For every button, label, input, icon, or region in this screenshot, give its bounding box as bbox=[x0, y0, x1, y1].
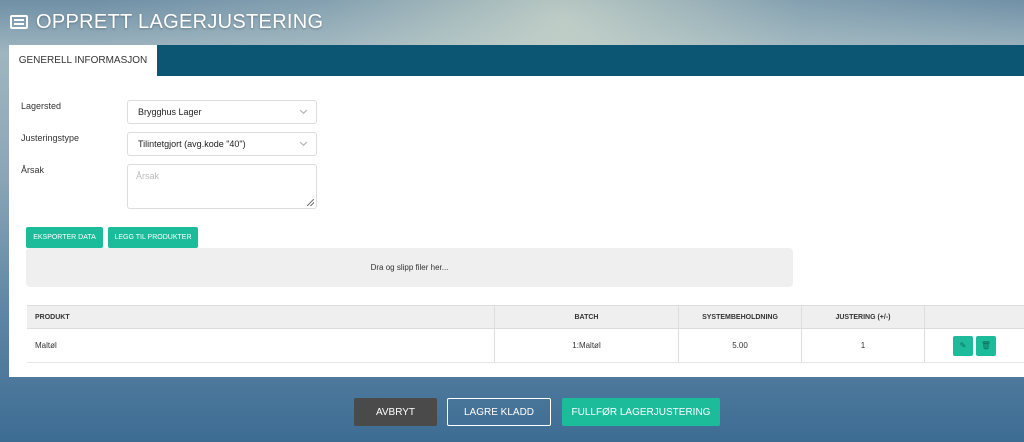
cell-justering: 1 bbox=[802, 329, 925, 362]
save-draft-button[interactable]: LAGRE KLADD bbox=[447, 398, 551, 426]
list-icon bbox=[10, 15, 28, 29]
column-header-batch: BATCH bbox=[495, 306, 679, 328]
chevron-down-icon bbox=[299, 138, 308, 147]
pencil-icon: ✎ bbox=[959, 341, 967, 350]
export-data-button[interactable]: EKSPORTER DATA bbox=[26, 227, 103, 248]
column-header-produkt: PRODUKT bbox=[27, 306, 495, 328]
file-dropzone[interactable]: Dra og slipp filer her... bbox=[26, 248, 793, 287]
cell-batch: 1:Maltøl bbox=[495, 329, 679, 362]
lagersted-select[interactable]: Brygghus Lager bbox=[127, 100, 317, 124]
dropzone-text: Dra og slipp filer her... bbox=[370, 263, 449, 272]
products-table: PRODUKT BATCH SYSTEMBEHOLDNING JUSTERING… bbox=[27, 305, 1024, 363]
justeringstype-label: Justeringstype bbox=[21, 133, 80, 143]
trash-icon: 🗑 bbox=[980, 341, 992, 350]
tab-bar: GENERELL INFORMASJON bbox=[9, 45, 1024, 76]
complete-adjustment-button[interactable]: FULLFØR LAGERJUSTERING bbox=[562, 398, 720, 426]
table-row: Maltøl 1:Maltøl 5.00 1 ✎ 🗑 bbox=[27, 329, 1024, 363]
arsak-label: Årsak bbox=[21, 165, 45, 175]
lagersted-label: Lagersted bbox=[21, 101, 62, 111]
chevron-down-icon bbox=[299, 106, 308, 115]
cell-actions: ✎ 🗑 bbox=[925, 329, 1024, 362]
column-header-actions bbox=[925, 306, 1024, 328]
lagersted-value: Brygghus Lager bbox=[138, 107, 202, 117]
column-header-systembeholdning: SYSTEMBEHOLDNING bbox=[679, 306, 802, 328]
edit-button[interactable]: ✎ bbox=[953, 335, 973, 356]
column-header-justering: JUSTERING (+/-) bbox=[802, 306, 925, 328]
cell-systembeholdning: 5.00 bbox=[679, 329, 802, 362]
cancel-button[interactable]: AVBRYT bbox=[354, 398, 437, 426]
justeringstype-value: Tilintetgjort (avg.kode "40") bbox=[138, 139, 246, 149]
main-panel: GENERELL INFORMASJON Lagersted Brygghus … bbox=[9, 45, 1024, 377]
arsak-textarea[interactable]: Årsak bbox=[127, 164, 317, 209]
cell-produkt: Maltøl bbox=[27, 329, 495, 362]
table-header-row: PRODUKT BATCH SYSTEMBEHOLDNING JUSTERING… bbox=[27, 305, 1024, 329]
resize-handle-icon[interactable] bbox=[307, 199, 314, 206]
delete-button[interactable]: 🗑 bbox=[976, 335, 996, 356]
add-products-button[interactable]: LEGG TIL PRODUKTER bbox=[108, 227, 198, 248]
tab-generell-informasjon[interactable]: GENERELL INFORMASJON bbox=[9, 45, 157, 76]
arsak-placeholder: Årsak bbox=[136, 171, 160, 181]
page-header: OPPRETT LAGERJUSTERING bbox=[0, 0, 1024, 44]
page-title: OPPRETT LAGERJUSTERING bbox=[36, 10, 324, 33]
justeringstype-select[interactable]: Tilintetgjort (avg.kode "40") bbox=[127, 132, 317, 156]
